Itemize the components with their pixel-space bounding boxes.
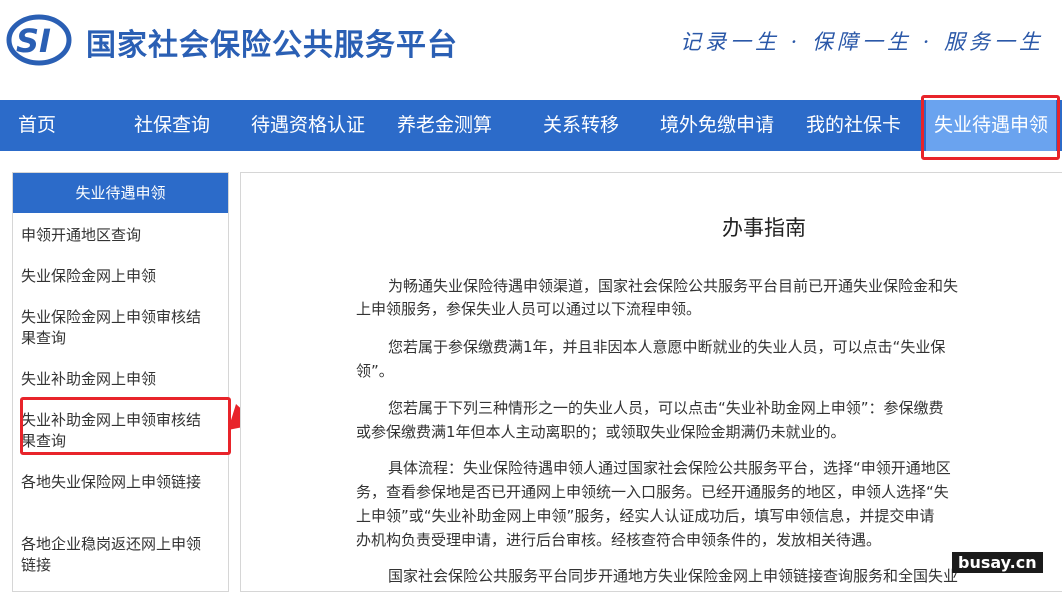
nav-overseas-exemption[interactable]: 境外免缴申请 <box>660 100 774 151</box>
nav-pension-calc[interactable]: 养老金测算 <box>397 100 492 151</box>
guide-line: 务，查看参保地是否已开通网上申领统一入口服务。已经开通服务的地区，申领人选择“失 <box>356 483 949 501</box>
guide-line: 您若属于下列三种情形之一的失业人员，可以点击“失业补助金网上申领”：参保缴费 <box>388 399 944 417</box>
nav-insurance-query[interactable]: 社保查询 <box>134 100 210 151</box>
sidebar-item-region-query[interactable]: 申领开通地区查询 <box>21 225 211 246</box>
sidebar-item-benefit-claim[interactable]: 失业保险金网上申领 <box>21 266 211 287</box>
sidebar-highlight-box <box>20 397 231 455</box>
sidebar-item-stabilization-links[interactable]: 各地企业稳岗返还网上申领链接 <box>21 534 211 576</box>
social-insurance-logo[interactable]: SI <box>6 12 72 68</box>
nav-eligibility-cert[interactable]: 待遇资格认证 <box>251 100 365 151</box>
nav-my-card[interactable]: 我的社保卡 <box>806 100 901 151</box>
sidebar-item-subsidy-claim[interactable]: 失业补助金网上申领 <box>21 369 211 390</box>
guide-line: 为畅通失业保险待遇申领渠道，国家社会保险公共服务平台目前已开通失业保险金和失 <box>388 277 959 295</box>
guide-line: 办机构负责受理申请，进行后台审核。经核查符合申领条件的，发放相关待遇。 <box>356 531 882 549</box>
guide-line: 具体流程：失业保险待遇申领人通过国家社会保险公共服务平台，选择“申领开通地区 <box>388 459 951 477</box>
guide-line: 或参保缴费满1年但本人主动离职的；或领取失业保险金期满仍未就业的。 <box>356 423 846 441</box>
nav-transfer[interactable]: 关系转移 <box>543 100 619 151</box>
svg-text:SI: SI <box>16 22 51 60</box>
guide-line: 您若属于参保缴费满1年，并且非因本人意愿中断就业的失业人员，可以点击“失业保 <box>388 338 946 356</box>
nav-highlight-box <box>921 95 1060 160</box>
site-header: SI 国家社会保险公共服务平台 记录一生 · 保障一生 · 服务一生 <box>0 0 1062 100</box>
site-title: 国家社会保险公共服务平台 <box>86 28 458 63</box>
guide-title: 办事指南 <box>722 216 806 240</box>
guide-line: 领”。 <box>356 362 394 380</box>
guide-line: 上申领服务，参保失业人员可以通过以下流程申领。 <box>356 300 702 318</box>
sidebar-item-benefit-result[interactable]: 失业保险金网上申领审核结果查询 <box>21 307 211 349</box>
guide-line: 上申领”或“失业补助金网上申领”服务，经实人认证成功后，填写申领信息，并提交申请 <box>356 507 935 525</box>
main-nav: 首页 社保查询 待遇资格认证 养老金测算 关系转移 境外免缴申请 我的社保卡 失… <box>0 100 1062 151</box>
sidebar-item-regional-links[interactable]: 各地失业保险网上申领链接 <box>21 472 211 493</box>
site-slogan: 记录一生 · 保障一生 · 服务一生 <box>680 30 1045 54</box>
sidebar-header: 失业待遇申领 <box>13 173 228 213</box>
watermark: busay.cn <box>952 552 1043 573</box>
nav-home[interactable]: 首页 <box>18 100 56 151</box>
